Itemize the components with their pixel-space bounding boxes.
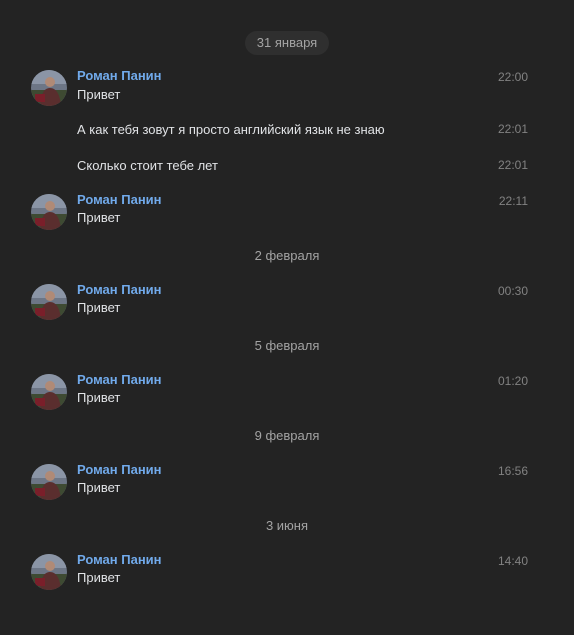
message-text: Привет xyxy=(77,210,121,225)
date-separator: 9 февраля xyxy=(0,424,574,448)
message-time[interactable]: 22:01 xyxy=(498,157,528,173)
message-time[interactable]: 00:30 xyxy=(498,283,528,299)
avatar[interactable] xyxy=(31,194,67,230)
date-label: 9 февраля xyxy=(254,428,320,443)
message-time[interactable]: 14:40 xyxy=(498,553,528,569)
message-text: А как тебя зовут я просто английский язы… xyxy=(77,122,385,137)
chat-history: 31 января Роман Панин 22:00 Привет А как… xyxy=(0,0,574,635)
date-separator: 31 января xyxy=(0,31,574,55)
author-name[interactable]: Роман Панин xyxy=(77,372,162,388)
date-label: 3 июня xyxy=(265,518,309,533)
author-name[interactable]: Роман Панин xyxy=(77,552,162,568)
avatar[interactable] xyxy=(31,464,67,500)
message-time[interactable]: 22:00 xyxy=(498,69,528,85)
message-time[interactable]: 16:56 xyxy=(498,463,528,479)
date-label: 31 января xyxy=(244,31,330,55)
date-label: 5 февраля xyxy=(254,338,320,353)
avatar[interactable] xyxy=(31,284,67,320)
message-time[interactable]: 22:01 xyxy=(498,121,528,137)
author-name[interactable]: Роман Панин xyxy=(77,282,162,298)
message-text: Привет xyxy=(77,390,121,405)
author-name[interactable]: Роман Панин xyxy=(77,68,162,84)
date-label: 2 февраля xyxy=(254,248,320,263)
message-text: Сколько стоит тебе лет xyxy=(77,158,218,173)
message-text: Привет xyxy=(77,87,121,102)
date-separator: 5 февраля xyxy=(0,334,574,358)
message-text: Привет xyxy=(77,300,121,315)
avatar[interactable] xyxy=(31,554,67,590)
message-text: Привет xyxy=(77,480,121,495)
avatar[interactable] xyxy=(31,70,67,106)
author-name[interactable]: Роман Панин xyxy=(77,192,162,208)
avatar[interactable] xyxy=(31,374,67,410)
message-time[interactable]: 22:11 xyxy=(499,193,528,209)
date-separator: 3 июня xyxy=(0,514,574,538)
date-separator: 2 февраля xyxy=(0,244,574,268)
author-name[interactable]: Роман Панин xyxy=(77,462,162,478)
message-text: Привет xyxy=(77,570,121,585)
message-time[interactable]: 01:20 xyxy=(498,373,528,389)
